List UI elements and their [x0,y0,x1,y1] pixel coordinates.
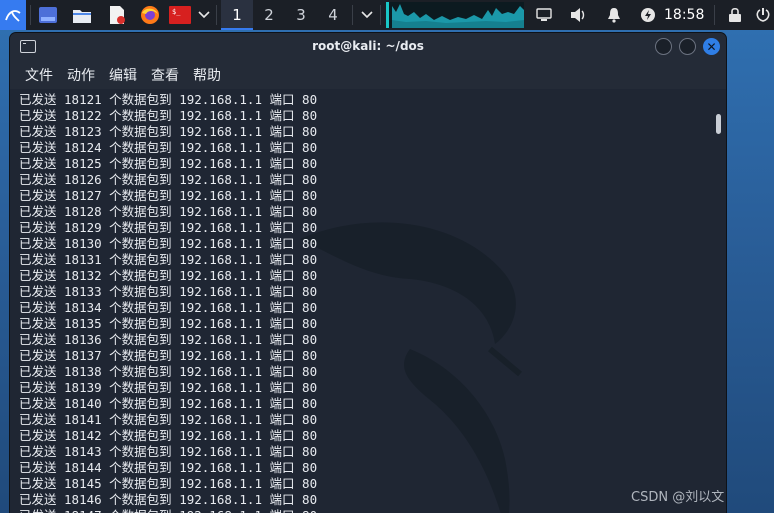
kali-menu-icon[interactable] [0,0,26,30]
terminal-line: 已发送 18137 个数据包到 192.168.1.1 端口 80 [19,348,318,363]
lock-icon[interactable] [724,4,746,26]
terminal-line: 已发送 18123 个数据包到 192.168.1.1 端口 80 [19,124,318,139]
terminal-line: 已发送 18125 个数据包到 192.168.1.1 端口 80 [19,156,318,171]
menu-help[interactable]: 帮助 [179,65,221,85]
terminal-line: 已发送 18139 个数据包到 192.168.1.1 端口 80 [19,380,318,395]
top-panel: $_ 1 2 3 4 18:58 [0,0,774,30]
terminal-line: 已发送 18124 个数据包到 192.168.1.1 端口 80 [19,140,318,155]
menu-file[interactable]: 文件 [10,65,53,85]
terminal-line: 已发送 18132 个数据包到 192.168.1.1 端口 80 [19,268,318,283]
terminal-line: 已发送 18140 个数据包到 192.168.1.1 端口 80 [19,396,318,411]
scrollbar-thumb[interactable] [716,114,721,134]
menu-actions[interactable]: 动作 [53,65,95,85]
terminal-line: 已发送 18135 个数据包到 192.168.1.1 端口 80 [19,316,318,331]
terminal-line: 已发送 18121 个数据包到 192.168.1.1 端口 80 [19,92,318,107]
terminal-line: 已发送 18138 个数据包到 192.168.1.1 端口 80 [19,364,318,379]
terminal-launcher-icon[interactable]: $_ [169,4,191,26]
close-button[interactable]: ✕ [703,38,720,55]
terminal-line: 已发送 18145 个数据包到 192.168.1.1 端口 80 [19,476,318,491]
menu-edit[interactable]: 编辑 [95,65,137,85]
power-icon[interactable] [752,4,774,26]
minimize-button[interactable] [655,38,672,55]
workspace-2[interactable]: 2 [253,0,285,30]
terminal-line: 已发送 18127 个数据包到 192.168.1.1 端口 80 [19,188,318,203]
menu-view[interactable]: 查看 [137,65,179,85]
workspace-label: 1 [232,6,242,24]
network-monitor-icon[interactable] [386,2,524,28]
workspace-4[interactable]: 4 [317,0,349,30]
terminal-line: 已发送 18143 个数据包到 192.168.1.1 端口 80 [19,444,318,459]
workspace-3[interactable]: 3 [285,0,317,30]
terminal-window: root@kali: ~/dos ✕ 文件 动作 编辑 查看 帮助 已发送 18… [10,33,726,513]
notification-bell-icon[interactable] [603,4,625,26]
terminal-line: 已发送 18131 个数据包到 192.168.1.1 端口 80 [19,252,318,267]
terminal-line: 已发送 18134 个数据包到 192.168.1.1 端口 80 [19,300,318,315]
workspace-label: 3 [296,6,306,24]
maximize-button[interactable] [679,38,696,55]
terminal-line: 已发送 18130 个数据包到 192.168.1.1 端口 80 [19,236,318,251]
workspace-1[interactable]: 1 [221,0,253,30]
workspace-label: 4 [328,6,338,24]
terminal-output[interactable]: 已发送 18121 个数据包到 192.168.1.1 端口 80 已发送 181… [10,89,726,513]
terminal-line: 已发送 18141 个数据包到 192.168.1.1 端口 80 [19,412,318,427]
desktop-icon[interactable] [37,4,59,26]
terminal-line: 已发送 18128 个数据包到 192.168.1.1 端口 80 [19,204,318,219]
terminal-line: 已发送 18133 个数据包到 192.168.1.1 端口 80 [19,284,318,299]
chevron-down-icon[interactable] [356,4,378,26]
firefox-icon[interactable] [139,4,161,26]
close-icon: ✕ [706,39,717,54]
text-editor-icon[interactable] [106,4,128,26]
terminal-lines: 已发送 18121 个数据包到 192.168.1.1 端口 80 已发送 181… [19,92,317,513]
watermark-text: CSDN @刘以文 [631,490,725,505]
terminal-line: 已发送 18136 个数据包到 192.168.1.1 端口 80 [19,332,318,347]
terminal-line: 已发送 18126 个数据包到 192.168.1.1 端口 80 [19,172,318,187]
chevron-down-icon[interactable] [193,4,215,26]
power-status-icon[interactable] [637,4,659,26]
window-title: root@kali: ~/dos [312,39,424,53]
window-titlebar[interactable]: root@kali: ~/dos ✕ [10,33,726,61]
menu-bar: 文件 动作 编辑 查看 帮助 [10,61,726,89]
terminal-line: 已发送 18144 个数据包到 192.168.1.1 端口 80 [19,460,318,475]
kali-dragon-watermark-icon [300,222,522,513]
clock[interactable]: 18:58 [664,0,704,30]
display-icon[interactable] [533,4,555,26]
terminal-line: 已发送 18147 个数据包到 192.168.1.1 端口 80 [19,508,317,513]
terminal-line: 已发送 18142 个数据包到 192.168.1.1 端口 80 [19,428,318,443]
terminal-line: 已发送 18129 个数据包到 192.168.1.1 端口 80 [19,220,318,235]
volume-icon[interactable] [567,4,589,26]
workspace-label: 2 [264,6,274,24]
terminal-line: 已发送 18146 个数据包到 192.168.1.1 端口 80 [19,492,318,507]
file-manager-icon[interactable] [71,4,93,26]
terminal-line: 已发送 18122 个数据包到 192.168.1.1 端口 80 [19,108,318,123]
svg-text:$_: $_ [172,8,181,16]
